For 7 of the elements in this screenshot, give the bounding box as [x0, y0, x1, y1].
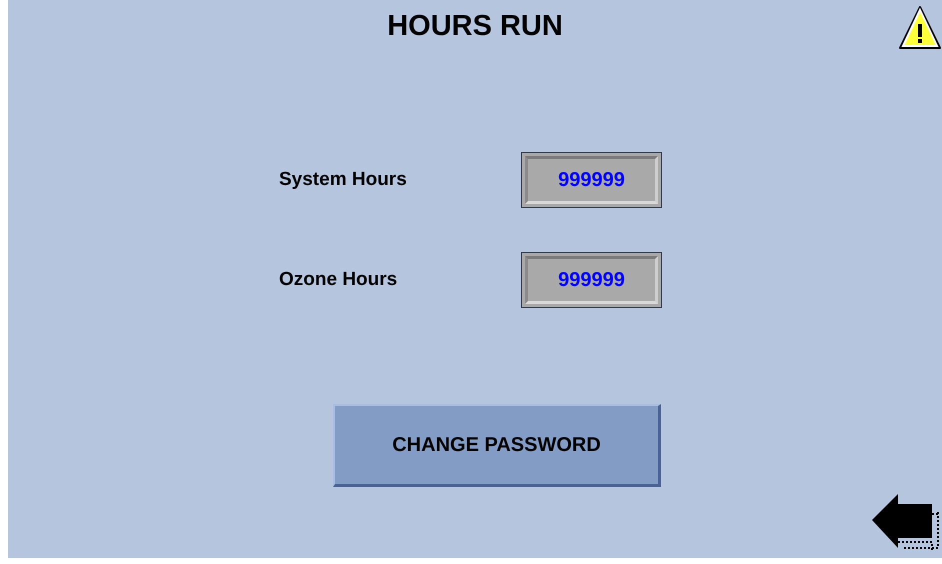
hours-display: 999999: [521, 152, 662, 208]
change-password-button[interactable]: CHANGE PASSWORD: [333, 404, 661, 487]
warning-icon[interactable]: [898, 4, 942, 52]
screen-title: HOURS RUN: [387, 9, 563, 43]
field-label: System Hours: [279, 169, 407, 191]
field-label: Ozone Hours: [279, 269, 398, 291]
hours-display: 999999: [521, 252, 662, 308]
